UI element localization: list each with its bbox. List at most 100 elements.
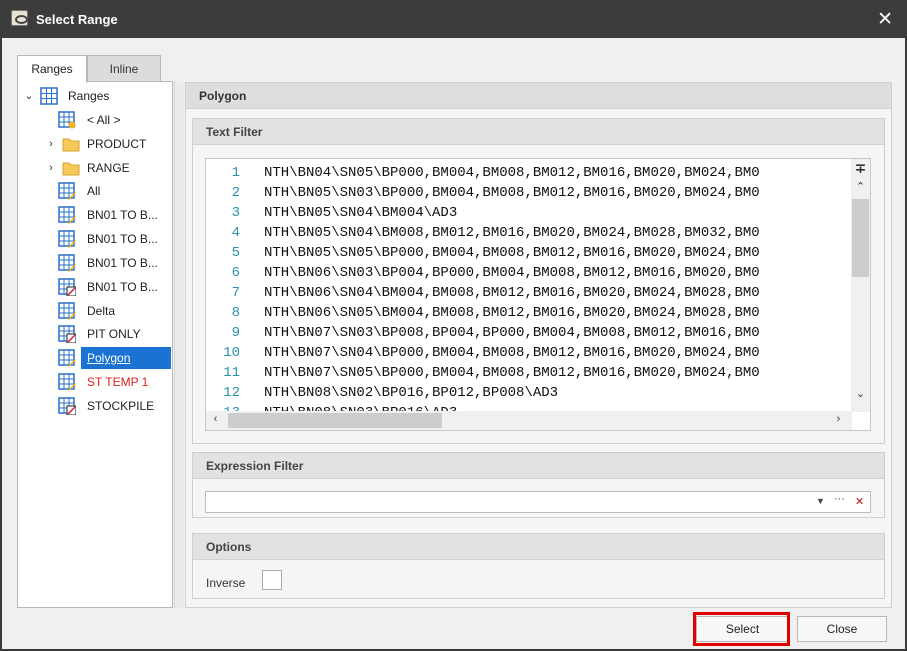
code-lines: 1 NTH\BN04\SN05\BP000,BM004,BM008,BM012,B…: [206, 163, 852, 411]
tree-item-label: ST TEMP 1: [87, 375, 149, 389]
line-text: NTH\BN06\SN03\BP004,BP000,BM004,BM008,BM…: [264, 265, 760, 281]
folder-icon: [62, 159, 80, 177]
vertical-scroll-thumb[interactable]: [852, 199, 869, 277]
clear-icon[interactable]: ✕: [855, 495, 864, 508]
tree-item-label: PIT ONLY: [87, 327, 141, 341]
line-text: NTH\BN05\SN04\BM004\AD3: [264, 205, 458, 221]
grid-polygon-icon: [58, 325, 77, 344]
window-title: Select Range: [36, 12, 118, 27]
tree-item-polygon[interactable]: Polygon: [58, 347, 174, 369]
expression-filter-group: Expression Filter ▼ ··· ✕: [192, 452, 885, 518]
grid-pencil-icon: [58, 206, 76, 224]
select-range-dialog: Select Range ✕ Ranges Inline ⌄ Ranges < …: [0, 0, 907, 651]
grid-pencil-icon: [58, 373, 76, 391]
title-bar[interactable]: Select Range ✕: [2, 2, 905, 38]
options-title: Options: [193, 534, 884, 560]
grid-pencil-icon: [58, 302, 76, 320]
tree-item-product[interactable]: › PRODUCT: [22, 133, 170, 155]
app-icon: [11, 10, 28, 26]
line-number: 6: [231, 265, 240, 281]
line-number: 7: [231, 285, 240, 301]
line-text: NTH\BN07\SN04\BP000,BM004,BM008,BM012,BM…: [264, 345, 760, 361]
folder-icon: [62, 135, 80, 153]
scroll-left-icon[interactable]: ‹: [206, 413, 225, 425]
split-view-icon[interactable]: ∓: [851, 160, 870, 177]
tree-item-all[interactable]: All: [58, 180, 170, 202]
tree-item-st-temp-1[interactable]: ST TEMP 1: [58, 371, 170, 393]
grid-pencil-icon: [58, 230, 76, 248]
close-icon[interactable]: ✕: [877, 8, 893, 31]
tree-item-label: Delta: [87, 304, 116, 318]
expression-input[interactable]: ▼ ··· ✕: [205, 491, 871, 513]
tree-item-bn01-d[interactable]: BN01 TO B...: [58, 276, 170, 298]
tree-item-label: BN01 TO B...: [87, 232, 158, 246]
tree-root-ranges[interactable]: ⌄ Ranges: [22, 85, 170, 107]
tree-item-label: < All >: [87, 113, 121, 127]
tree-item-pit-only[interactable]: PIT ONLY: [58, 323, 170, 345]
line-text: NTH\BN05\SN03\BP000,BM004,BM008,BM012,BM…: [264, 185, 760, 201]
dropdown-arrow-icon[interactable]: ▼: [816, 496, 825, 506]
tree-item-bn01-a[interactable]: BN01 TO B...: [58, 204, 170, 226]
horizontal-scrollbar[interactable]: ‹ ›: [206, 411, 852, 430]
tree-root-label: Ranges: [68, 89, 110, 103]
line-text: NTH\BN05\SN04\BM008,BM012,BM016,BM020,BM…: [264, 225, 760, 241]
tree-item-label: PRODUCT: [87, 137, 147, 151]
grid-pencil-icon: [58, 254, 76, 272]
line-text: NTH\BN06\SN05\BM004,BM008,BM012,BM016,BM…: [264, 305, 760, 321]
tree-item-all-bracket[interactable]: < All >: [58, 109, 170, 131]
scroll-right-icon[interactable]: ›: [829, 413, 848, 425]
line-number: 12: [223, 385, 240, 401]
ellipsis-icon[interactable]: ···: [834, 493, 845, 505]
tree-item-label-selected: Polygon: [81, 347, 171, 369]
line-number: 3: [231, 205, 240, 221]
line-number: 9: [231, 325, 240, 341]
line-number: 13: [206, 403, 240, 411]
tree-item-range[interactable]: › RANGE: [22, 157, 170, 179]
scroll-down-icon[interactable]: ⌄: [851, 387, 870, 400]
tree-item-stockpile[interactable]: STOCKPILE: [58, 395, 170, 417]
tree-item-delta[interactable]: Delta: [58, 300, 170, 322]
line-text: NTH\BN08\SN03\BP016\AD3: [264, 403, 457, 411]
line-number: 10: [223, 345, 240, 361]
line-number: 11: [223, 365, 240, 381]
line-text: NTH\BN06\SN04\BM004,BM008,BM012,BM016,BM…: [264, 285, 760, 301]
ranges-tree: ⌄ Ranges < All > › PRODUCT › RANGE All B…: [17, 81, 173, 608]
line-number: 4: [231, 225, 240, 241]
line-text: NTH\BN04\SN05\BP000,BM004,BM008,BM012,BM…: [264, 165, 760, 181]
grid-icon: [40, 87, 58, 105]
select-button-highlight: [693, 612, 790, 646]
inverse-checkbox[interactable]: [262, 570, 282, 590]
text-filter-group: Text Filter 1 NTH\BN04\SN05\BP000,BM004,B…: [192, 118, 885, 444]
text-filter-editor[interactable]: 1 NTH\BN04\SN05\BP000,BM004,BM008,BM012,B…: [205, 158, 871, 431]
horizontal-scroll-thumb[interactable]: [228, 413, 442, 428]
line-number: 2: [231, 185, 240, 201]
panel-title: Polygon: [186, 83, 891, 109]
inverse-label: Inverse: [206, 576, 246, 590]
line-text: NTH\BN07\SN03\BP008,BP004,BP000,BM004,BM…: [264, 325, 760, 341]
scroll-up-icon[interactable]: ⌃: [851, 180, 870, 193]
line-text: NTH\BN05\SN05\BP000,BM004,BM008,BM012,BM…: [264, 245, 760, 261]
tab-ranges[interactable]: Ranges: [17, 55, 87, 83]
tree-item-label: BN01 TO B...: [87, 280, 158, 294]
tree-item-label: STOCKPILE: [87, 399, 155, 413]
vertical-scrollbar[interactable]: ∓ ⌃ ⌄: [851, 159, 870, 412]
chevron-right-icon[interactable]: ›: [45, 133, 57, 155]
grid-all-icon: [58, 111, 76, 129]
tree-item-label: All: [87, 184, 101, 198]
line-number: 5: [231, 245, 240, 261]
tab-inline[interactable]: Inline: [87, 55, 161, 82]
line-number: 8: [231, 305, 240, 321]
tree-item-bn01-b[interactable]: BN01 TO B...: [58, 228, 170, 250]
line-text: NTH\BN08\SN02\BP016,BP012,BP008\AD3: [264, 385, 559, 401]
tree-item-bn01-c[interactable]: BN01 TO B...: [58, 252, 170, 274]
line-text: NTH\BN07\SN05\BP000,BM004,BM008,BM012,BM…: [264, 365, 760, 381]
chevron-right-icon[interactable]: ›: [45, 157, 57, 179]
options-group: Options Inverse: [192, 533, 885, 599]
splitter[interactable]: [174, 81, 184, 608]
line-number: 1: [231, 165, 240, 181]
grid-polygon-icon: [58, 397, 77, 416]
grid-polygon-icon: [58, 278, 77, 297]
grid-pencil-icon: [58, 182, 76, 200]
chevron-down-icon[interactable]: ⌄: [23, 85, 35, 107]
close-button[interactable]: Close: [797, 616, 887, 642]
